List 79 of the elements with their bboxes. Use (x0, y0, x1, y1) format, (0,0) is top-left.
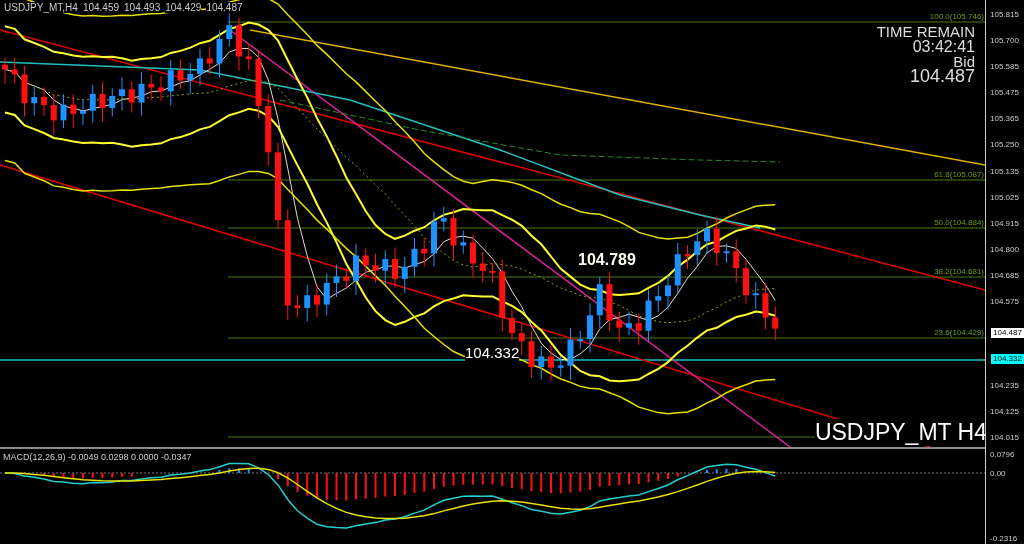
histogram-bar (52, 473, 55, 478)
axis-label: 104.015 (990, 433, 1019, 443)
axis-label: 105.250 (990, 140, 1019, 150)
histogram-bar (520, 473, 523, 490)
histogram-bar (306, 473, 309, 496)
axis-label: 105.815 (990, 9, 1019, 19)
fib-level-label: 23.6(104.429) (934, 328, 984, 337)
bid-price: 104.487 (909, 69, 975, 84)
histogram-bar (130, 473, 133, 477)
histogram-bar (618, 473, 621, 486)
price-tag: 104.487 (991, 328, 1024, 339)
axis-label: 104.800 (990, 245, 1019, 255)
histogram-bar (325, 473, 328, 500)
ohlc-value: 104.493 (124, 2, 161, 13)
axis-label: 105.135 (990, 166, 1019, 176)
time-remaining: 03:42:41 (912, 39, 975, 54)
histogram-bar (647, 473, 650, 483)
macd-label: MACD(12,26,9) -0.0049 0.0298 0.0000 -0.0347 (3, 452, 192, 462)
histogram-bar (218, 469, 221, 473)
histogram-bar (72, 473, 75, 479)
histogram-bar (91, 473, 94, 478)
histogram-bar (579, 473, 582, 492)
axis-label: 105.700 (990, 35, 1019, 45)
histogram-bar (247, 468, 250, 473)
axis-label: 105.475 (990, 88, 1019, 98)
histogram-bar (501, 473, 504, 487)
axis-label: 104.235 (990, 381, 1019, 390)
symbol-label: USDJPY_MT,H4 (4, 2, 78, 13)
ohlc-value: 104.487 (206, 2, 243, 13)
histogram-bar (569, 473, 572, 493)
histogram-bar (559, 473, 562, 494)
histogram-bar (364, 473, 367, 499)
ohlc-value: 104.429 (165, 2, 202, 13)
fib-level-label: 61.8(105.087) (934, 170, 984, 179)
histogram-bar (481, 473, 484, 485)
histogram-bar (715, 469, 718, 473)
histogram-bar (286, 473, 289, 487)
histogram-bar (296, 473, 299, 492)
histogram-bar (101, 473, 104, 478)
axis-label: 104.125 (990, 407, 1019, 417)
axis-label: 104.575 (990, 297, 1019, 307)
axis-label: 104.915 (990, 218, 1019, 228)
histogram-bar (111, 473, 114, 478)
histogram-bar (403, 473, 406, 495)
histogram-bar (345, 473, 348, 501)
histogram-bar (335, 473, 338, 501)
histogram-bar (491, 473, 494, 485)
fib-level-label: 50.0(104.884) (934, 218, 984, 227)
axis-label: 105.365 (990, 114, 1019, 124)
histogram-bar (374, 473, 377, 498)
ohlc-value: 104.459 (82, 2, 120, 13)
histogram-bar (637, 473, 640, 484)
histogram-bar (62, 473, 65, 478)
timer-title: TIME REMAIN (876, 24, 975, 39)
histogram-bar (657, 473, 660, 481)
histogram-bar (442, 473, 445, 487)
histogram-bar (608, 473, 611, 486)
histogram-bar (228, 468, 231, 473)
histogram-bar (725, 468, 728, 473)
histogram-bar (423, 473, 426, 492)
price-tag: 104.332 (991, 354, 1024, 365)
histogram-bar (735, 468, 738, 473)
axis-label: 105.585 (990, 61, 1019, 71)
histogram-bar (530, 473, 533, 492)
histogram-bar (413, 473, 416, 494)
axis-label: 0.00 (990, 469, 1006, 478)
axis-label: 104.685 (990, 271, 1019, 281)
axis-label: -0.2316 (990, 534, 1018, 543)
histogram-bar (452, 473, 455, 486)
bid-label: Bid (953, 54, 975, 69)
histogram-bar (676, 473, 679, 477)
fib-level-label: 100.0(105.746) (929, 12, 984, 21)
histogram-bar (462, 473, 465, 485)
histogram-bar (598, 473, 601, 487)
histogram-bar (540, 473, 543, 493)
axis-label: 105.025 (990, 192, 1019, 202)
histogram-bar (384, 473, 387, 497)
axis-label: 0.0796 (990, 450, 1015, 459)
fib-level-label: 38.2(104.681) (934, 267, 984, 276)
